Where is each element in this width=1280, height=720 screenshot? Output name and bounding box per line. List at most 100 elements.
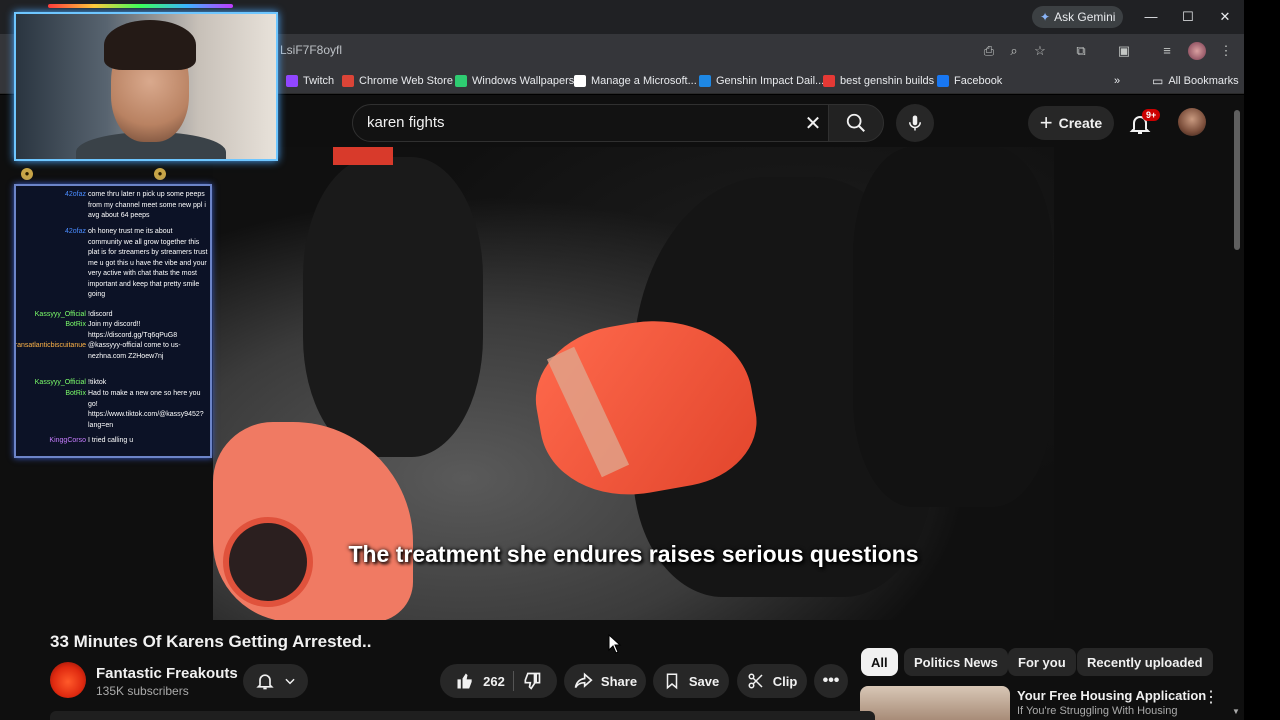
like-divider — [512, 671, 514, 691]
filter-chip[interactable]: All — [861, 648, 898, 676]
ask-gemini-button[interactable]: ✦ Ask Gemini — [1032, 6, 1124, 28]
scroll-down-icon[interactable]: ▼ — [1232, 707, 1240, 716]
extensions-icon[interactable]: ⧉ — [1071, 41, 1091, 61]
folder-icon: ▭ — [1152, 74, 1164, 88]
comments-preview-bar[interactable] — [50, 711, 875, 720]
channel-name[interactable]: Fantastic Freakouts — [96, 665, 238, 682]
search-query[interactable]: karen fights — [367, 114, 445, 131]
all-bookmarks-button[interactable]: ▭ All Bookmarks — [1152, 73, 1239, 89]
bookmark-label: Twitch — [303, 75, 335, 87]
filter-chip[interactable]: Politics News — [904, 648, 1008, 676]
chat-text: come thru later n pick up some peeps fro… — [88, 191, 206, 219]
save-label: Save — [688, 673, 720, 689]
chat-username: BotRix — [65, 321, 86, 328]
clip-button[interactable]: Clip — [737, 664, 807, 698]
more-actions-button[interactable]: ••• — [814, 664, 848, 698]
microphone-icon — [909, 115, 921, 131]
bookmark-favicon-icon — [937, 75, 949, 87]
filter-chip[interactable]: For you — [1008, 648, 1076, 676]
share-label: Share — [600, 673, 638, 689]
bookmark-item[interactable]: Genshin Impact Dail... — [699, 73, 824, 89]
more-bookmarks-button[interactable]: » — [1114, 73, 1120, 89]
bookmark-item[interactable]: best genshin builds — [823, 73, 934, 89]
browser-menu-icon[interactable]: ⋮ — [1216, 41, 1236, 61]
maximize-icon[interactable]: ☐ — [1178, 7, 1198, 27]
bookmark-item[interactable]: Chrome Web Store — [342, 73, 453, 89]
bookmark-item[interactable]: Facebook — [937, 73, 1002, 89]
bookmark-label: Facebook — [954, 75, 1003, 87]
chat-text: Had to make a new one so here you go! ht… — [88, 390, 204, 429]
recommended-thumbnail[interactable] — [860, 686, 1010, 720]
subscriber-count: 135K subscribers — [96, 684, 189, 698]
webcam-person-hair — [104, 20, 196, 70]
bookmark-item[interactable]: Twitch — [286, 73, 334, 89]
chat-username: 42ofaz — [64, 228, 86, 235]
chat-text: !tiktok — [88, 379, 107, 386]
bookmark-favicon-icon — [455, 75, 467, 87]
bookmark-favicon-icon — [699, 75, 711, 87]
recommended-title[interactable]: Your Free Housing Application — [1017, 688, 1206, 703]
bookmark-label: Genshin Impact Dail... — [716, 75, 825, 87]
bookmark-favicon-icon — [286, 75, 298, 87]
share-icon — [574, 672, 593, 689]
bookmark-item[interactable]: Manage a Microsoft... — [574, 73, 697, 89]
chat-text: I tried calling u — [88, 437, 134, 444]
minimize-icon[interactable]: — — [1141, 7, 1161, 27]
chat-text: @kassyyy-official come to us-nezhna.com … — [88, 342, 181, 360]
share-button[interactable]: Share — [564, 664, 646, 698]
bookmark-favicon-icon — [823, 75, 835, 87]
video-player[interactable]: The treatment she endures raises serious… — [213, 147, 1054, 620]
recommended-subtitle: If You're Struggling With Housing — [1017, 705, 1178, 717]
account-avatar[interactable] — [1178, 108, 1206, 136]
page-scrollbar[interactable] — [1234, 110, 1240, 250]
chat-username: KinggCorso — [49, 437, 86, 444]
notification-badge: 9+ — [1142, 109, 1161, 121]
video-frame-figure — [853, 147, 1053, 507]
stream-chat-overlay: 42ofaz come thru later n pick up some pee… — [14, 184, 212, 458]
chevron-down-icon — [284, 678, 295, 685]
chat-username: transatlanticbiscuitanue — [14, 342, 86, 349]
chat-text: oh honey trust me its about community we… — [88, 228, 208, 298]
mouse-cursor-icon — [608, 634, 622, 654]
create-button[interactable]: + Create — [1028, 106, 1114, 140]
search-button[interactable] — [828, 104, 884, 142]
scissors-icon — [748, 673, 763, 689]
bookmark-icon — [666, 673, 678, 690]
recommended-menu-icon[interactable]: ⋮ — [1203, 687, 1219, 707]
voice-search-button[interactable] — [896, 104, 934, 142]
zoom-icon[interactable]: ⌕ — [1004, 41, 1024, 61]
video-title: 33 Minutes Of Karens Getting Arrested.. — [50, 632, 372, 651]
subscription-notify-button[interactable] — [243, 664, 308, 698]
profile-avatar[interactable] — [1188, 42, 1206, 60]
plus-icon: + — [1039, 110, 1053, 135]
like-count: 262 — [483, 673, 505, 689]
video-frame-figure — [303, 157, 483, 457]
install-app-icon[interactable]: ⎙ — [979, 41, 999, 61]
media-router-icon[interactable]: ▣ — [1114, 41, 1134, 61]
address-bar[interactable]: LsiF7F8oyfl — [280, 43, 342, 57]
filter-chip[interactable]: Recently uploaded — [1077, 648, 1213, 676]
overlay-badge-icon: ● — [154, 168, 166, 180]
webcam-overlay — [14, 12, 278, 161]
bookmark-star-icon[interactable]: ☆ — [1030, 41, 1050, 61]
video-frame-detail — [333, 147, 393, 165]
channel-avatar[interactable] — [50, 662, 86, 698]
chat-text: Join my discord!! https://discord.gg/Tq6… — [88, 321, 178, 339]
save-button[interactable]: Save — [653, 664, 729, 698]
ask-gemini-label: Ask Gemini — [1054, 10, 1116, 24]
reading-list-icon[interactable]: ≡ — [1157, 41, 1177, 61]
close-window-icon[interactable]: ✕ — [1215, 7, 1235, 27]
bookmark-label: Windows Wallpapers — [472, 75, 575, 87]
chat-username: Kassyyy_Official — [34, 379, 86, 386]
more-horizontal-icon: ••• — [822, 672, 840, 689]
chat-username: 42ofaz — [64, 191, 86, 198]
bookmark-item[interactable]: Windows Wallpapers — [455, 73, 574, 89]
like-button[interactable]: 262 — [455, 671, 505, 691]
clear-search-icon[interactable]: ✕ — [803, 111, 823, 136]
create-label: Create — [1058, 115, 1103, 131]
bell-icon — [255, 674, 274, 690]
chat-username: Kassyyy_Official — [34, 311, 86, 318]
bookmark-label: Chrome Web Store — [359, 75, 453, 87]
all-bookmarks-label: All Bookmarks — [1168, 75, 1239, 87]
thumbs-down-icon[interactable] — [522, 671, 542, 691]
